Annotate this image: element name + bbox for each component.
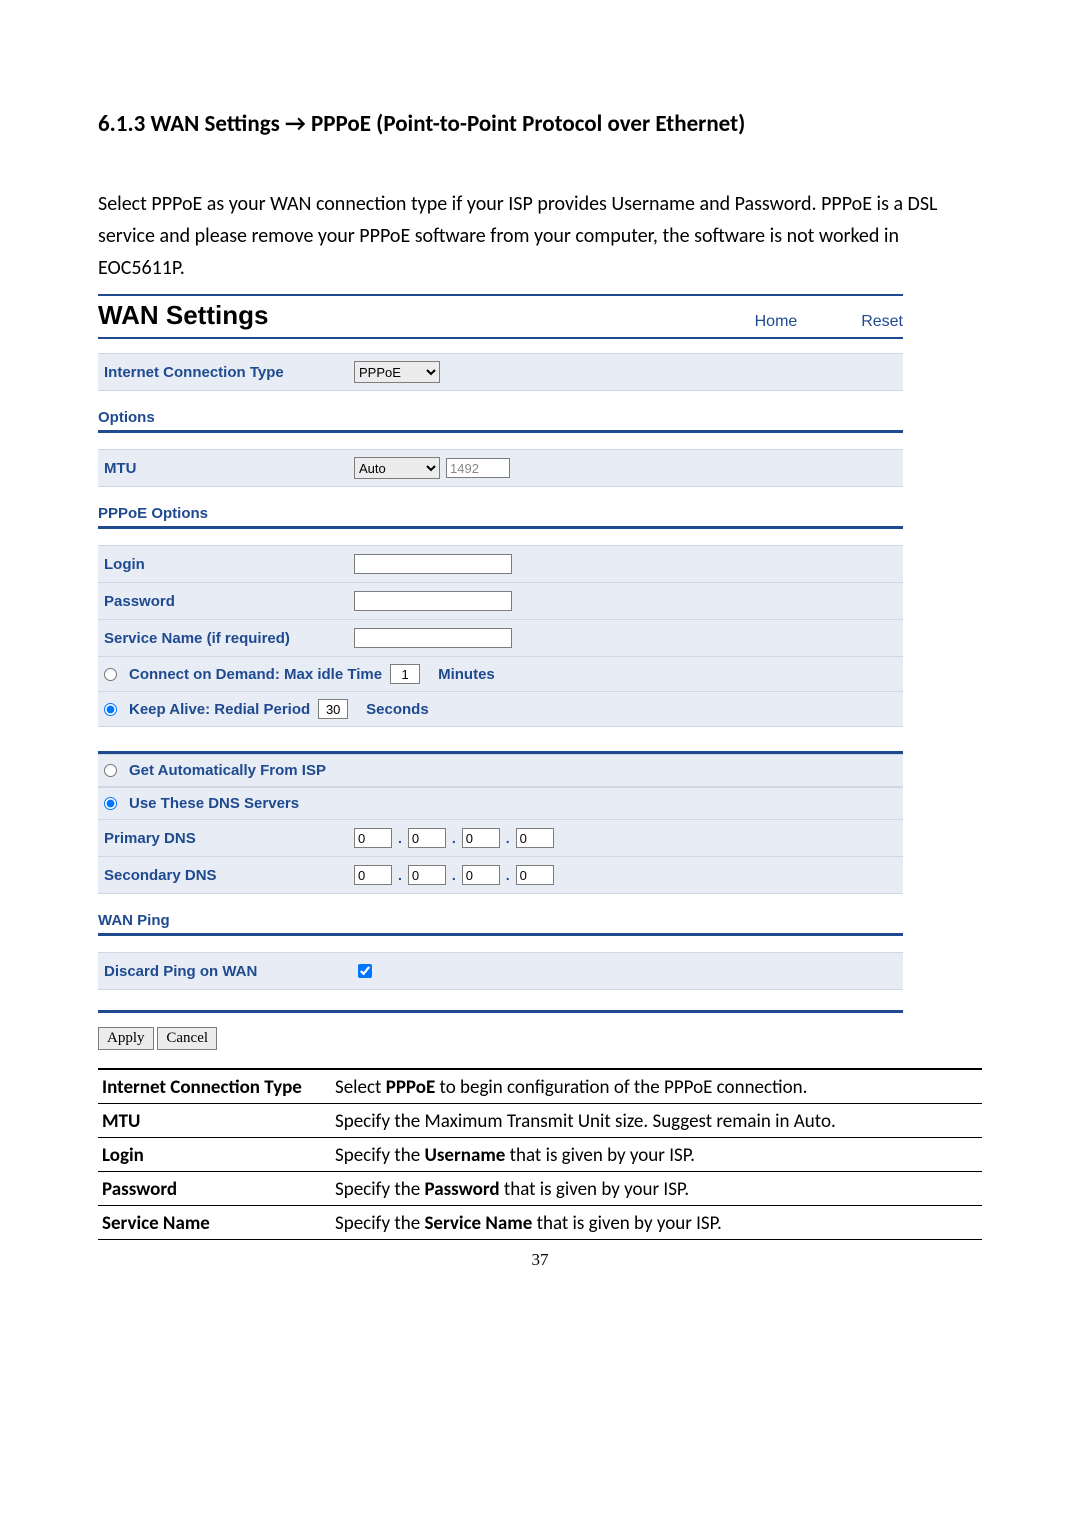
table-row: Password Specify the Password that is gi… [98,1172,982,1206]
home-link[interactable]: Home [755,313,798,330]
table-row: MTU Specify the Maximum Transmit Unit si… [98,1104,982,1138]
desc-text: Select PPPoE to begin configuration of t… [331,1069,982,1104]
desc-term: Service Name [98,1206,331,1240]
table-row: Internet Connection Type Select PPPoE to… [98,1069,982,1104]
login-label: Login [104,556,354,573]
seconds-label: Seconds [366,701,429,718]
password-input[interactable] [354,591,512,611]
primary-dns-1[interactable] [354,828,392,848]
desc-text: Specify the Service Name that is given b… [331,1206,982,1240]
intro-text: Select PPPoE as your WAN connection type… [98,188,982,284]
login-input[interactable] [354,554,512,574]
desc-term: MTU [98,1104,331,1138]
description-table: Internet Connection Type Select PPPoE to… [98,1068,982,1240]
dns-use-label: Use These DNS Servers [129,795,299,812]
desc-text: Specify the Username that is given by yo… [331,1138,982,1172]
primary-dns-label: Primary DNS [104,830,354,847]
keep-alive-label: Keep Alive: Redial Period [129,701,310,718]
keep-alive-radio[interactable] [104,703,117,716]
secondary-dns-2[interactable] [408,865,446,885]
panel-title: WAN Settings [98,300,268,331]
desc-term: Password [98,1172,331,1206]
mtu-mode-select[interactable]: Auto [354,457,440,479]
desc-term: Login [98,1138,331,1172]
cancel-button[interactable]: Cancel [157,1027,217,1050]
page-number: 37 [98,1250,982,1270]
connect-on-demand-label: Connect on Demand: Max idle Time [129,666,382,683]
dns-use-radio[interactable] [104,797,117,810]
conn-type-label: Internet Connection Type [104,364,354,381]
table-row: Login Specify the Username that is given… [98,1138,982,1172]
minutes-label: Minutes [438,666,495,683]
connect-on-demand-radio[interactable] [104,668,117,681]
secondary-dns-label: Secondary DNS [104,867,354,884]
wan-settings-panel: WAN Settings Home Reset Internet Connect… [98,294,903,1050]
options-title: Options [98,409,155,426]
discard-ping-checkbox[interactable] [358,964,372,978]
dns-auto-radio[interactable] [104,764,117,777]
wan-ping-title: WAN Ping [98,912,170,929]
secondary-dns-1[interactable] [354,865,392,885]
secondary-dns-4[interactable] [516,865,554,885]
pppoe-title: PPPoE Options [98,505,208,522]
section-title: 6.1.3 WAN Settings → PPPoE (Point-to-Poi… [98,110,982,138]
password-label: Password [104,593,354,610]
desc-text: Specify the Password that is given by yo… [331,1172,982,1206]
desc-text: Specify the Maximum Transmit Unit size. … [331,1104,982,1138]
discard-ping-label: Discard Ping on WAN [104,963,354,980]
apply-button[interactable]: Apply [98,1027,154,1050]
desc-term: Internet Connection Type [98,1069,331,1104]
primary-dns-2[interactable] [408,828,446,848]
dns-auto-label: Get Automatically From ISP [129,762,326,779]
table-row: Service Name Specify the Service Name th… [98,1206,982,1240]
mtu-label: MTU [104,460,354,477]
primary-dns-3[interactable] [462,828,500,848]
primary-dns-4[interactable] [516,828,554,848]
max-idle-input[interactable] [390,664,420,684]
secondary-dns-3[interactable] [462,865,500,885]
mtu-value-input[interactable] [446,458,510,478]
service-label: Service Name (if required) [104,630,354,647]
service-input[interactable] [354,628,512,648]
conn-type-select[interactable]: PPPoE [354,361,440,383]
redial-period-input[interactable] [318,699,348,719]
reset-link[interactable]: Reset [861,313,903,330]
